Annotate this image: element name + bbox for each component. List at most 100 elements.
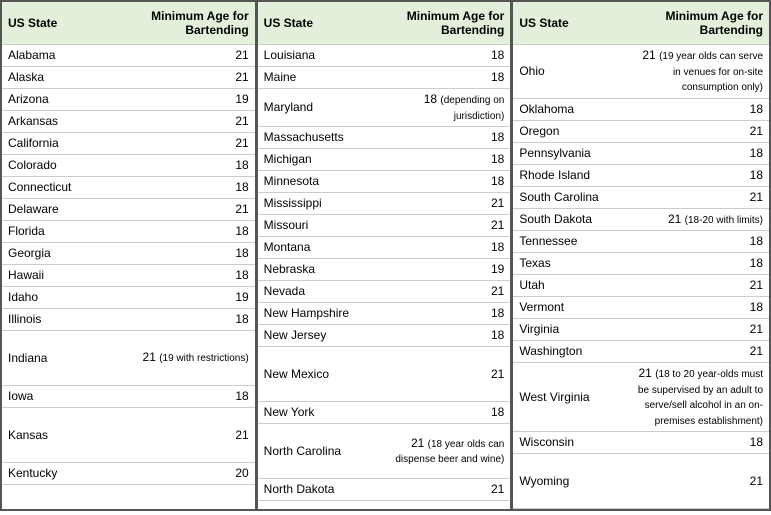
state-cell: Alabama	[2, 45, 117, 67]
age-cell: 18	[372, 325, 510, 347]
age-cell: 18	[117, 243, 255, 265]
table-row: Vermont18	[513, 297, 769, 319]
age-cell: 21	[372, 215, 510, 237]
header-age: Minimum Age for Bartending	[117, 2, 255, 45]
table-row: Montana18	[258, 237, 511, 259]
state-cell: Vermont	[513, 297, 629, 319]
state-cell: Washington	[513, 341, 629, 363]
table-row: Tennessee18	[513, 231, 769, 253]
state-cell: Florida	[2, 221, 117, 243]
table-row: Oklahoma18	[513, 98, 769, 120]
table-row: Florida18	[2, 221, 255, 243]
age-cell: 21	[629, 275, 769, 297]
header-state: US State	[2, 2, 117, 45]
age-cell: 19	[117, 89, 255, 111]
state-cell: Arizona	[2, 89, 117, 111]
column-2: US State Minimum Age for Bartending Loui…	[258, 2, 514, 509]
age-cell: 18	[117, 177, 255, 199]
table-row: Wyoming21	[513, 454, 769, 509]
age-note: (18-20 with limits)	[685, 215, 763, 226]
table-row: Alaska21	[2, 67, 255, 89]
age-cell: 21 (19 with restrictions)	[117, 331, 255, 386]
table-row: West Virginia21 (18 to 20 year-olds must…	[513, 363, 769, 432]
table-row: Maryland18 (depending on jurisdiction)	[258, 89, 511, 127]
table-row: Alabama21	[2, 45, 255, 67]
age-value: 21	[143, 350, 160, 364]
state-cell: West Virginia	[513, 363, 629, 432]
table-row: Utah21	[513, 275, 769, 297]
state-cell: California	[2, 133, 117, 155]
age-cell: 18	[372, 402, 510, 424]
column-3: US State Minimum Age for Bartending Ohio…	[513, 2, 769, 509]
state-cell: Wyoming	[513, 454, 629, 509]
table-row: Kansas21	[2, 408, 255, 463]
table-row: Rhode Island18	[513, 164, 769, 186]
table-row: Wisconsin18	[513, 432, 769, 454]
age-value: 21	[642, 48, 659, 62]
table-row: Illinois18	[2, 309, 255, 331]
table-row: Colorado18	[2, 155, 255, 177]
table-row: Georgia18	[2, 243, 255, 265]
table-row: New York18	[258, 402, 511, 424]
state-cell: Indiana	[2, 331, 117, 386]
state-cell: Wisconsin	[513, 432, 629, 454]
age-cell: 21	[629, 319, 769, 341]
table-row: Texas18	[513, 253, 769, 275]
state-cell: North Carolina	[258, 424, 373, 479]
state-cell: New Mexico	[258, 347, 373, 402]
state-cell: Arkansas	[2, 111, 117, 133]
age-cell: 19	[372, 259, 510, 281]
table-row: Connecticut18	[2, 177, 255, 199]
age-cell: 21	[629, 454, 769, 509]
age-cell: 21	[372, 193, 510, 215]
header-age: Minimum Age for Bartending	[629, 2, 769, 45]
header-row: US State Minimum Age for Bartending	[513, 2, 769, 45]
age-value: 18	[424, 92, 441, 106]
age-cell: 21	[117, 408, 255, 463]
state-cell: Alaska	[2, 67, 117, 89]
age-cell: 18	[629, 253, 769, 275]
table-row: Arizona19	[2, 89, 255, 111]
age-cell: 18	[629, 164, 769, 186]
state-cell: Virginia	[513, 319, 629, 341]
tbody-2: Louisiana18Maine18Maryland18 (depending …	[258, 45, 511, 501]
age-cell: 21 (18 to 20 year-olds must be supervise…	[629, 363, 769, 432]
state-cell: Louisiana	[258, 45, 373, 67]
table-row: North Carolina21 (18 year olds can dispe…	[258, 424, 511, 479]
age-cell: 21	[372, 479, 510, 501]
table-row: Michigan18	[258, 149, 511, 171]
state-cell: South Carolina	[513, 186, 629, 208]
tbody-1: Alabama21Alaska21Arizona19Arkansas21Cali…	[2, 45, 255, 485]
age-cell: 21	[629, 186, 769, 208]
age-cell: 18	[629, 432, 769, 454]
age-cell: 18	[372, 237, 510, 259]
state-cell: Delaware	[2, 199, 117, 221]
table-row: Ohio21 (19 year olds can serve in venues…	[513, 45, 769, 99]
age-cell: 18	[372, 171, 510, 193]
age-cell: 21	[372, 347, 510, 402]
age-cell: 18	[629, 98, 769, 120]
age-cell: 18	[372, 149, 510, 171]
state-cell: South Dakota	[513, 208, 629, 231]
state-cell: Maine	[258, 67, 373, 89]
table-row: Minnesota18	[258, 171, 511, 193]
table-row: South Dakota21 (18-20 with limits)	[513, 208, 769, 231]
header-age: Minimum Age for Bartending	[372, 2, 510, 45]
table-row: Idaho19	[2, 287, 255, 309]
table-row: Kentucky20	[2, 463, 255, 485]
state-cell: Iowa	[2, 386, 117, 408]
table-row: Missouri21	[258, 215, 511, 237]
age-cell: 21	[629, 120, 769, 142]
state-cell: Ohio	[513, 45, 629, 99]
table-row: Louisiana18	[258, 45, 511, 67]
state-cell: Texas	[513, 253, 629, 275]
state-cell: Mississippi	[258, 193, 373, 215]
age-value: 21	[639, 366, 656, 380]
state-cell: Utah	[513, 275, 629, 297]
state-cell: Connecticut	[2, 177, 117, 199]
age-cell: 18	[117, 309, 255, 331]
age-value: 21	[411, 436, 428, 450]
state-cell: Montana	[258, 237, 373, 259]
table-3: US State Minimum Age for Bartending Ohio…	[513, 2, 769, 509]
state-cell: Illinois	[2, 309, 117, 331]
